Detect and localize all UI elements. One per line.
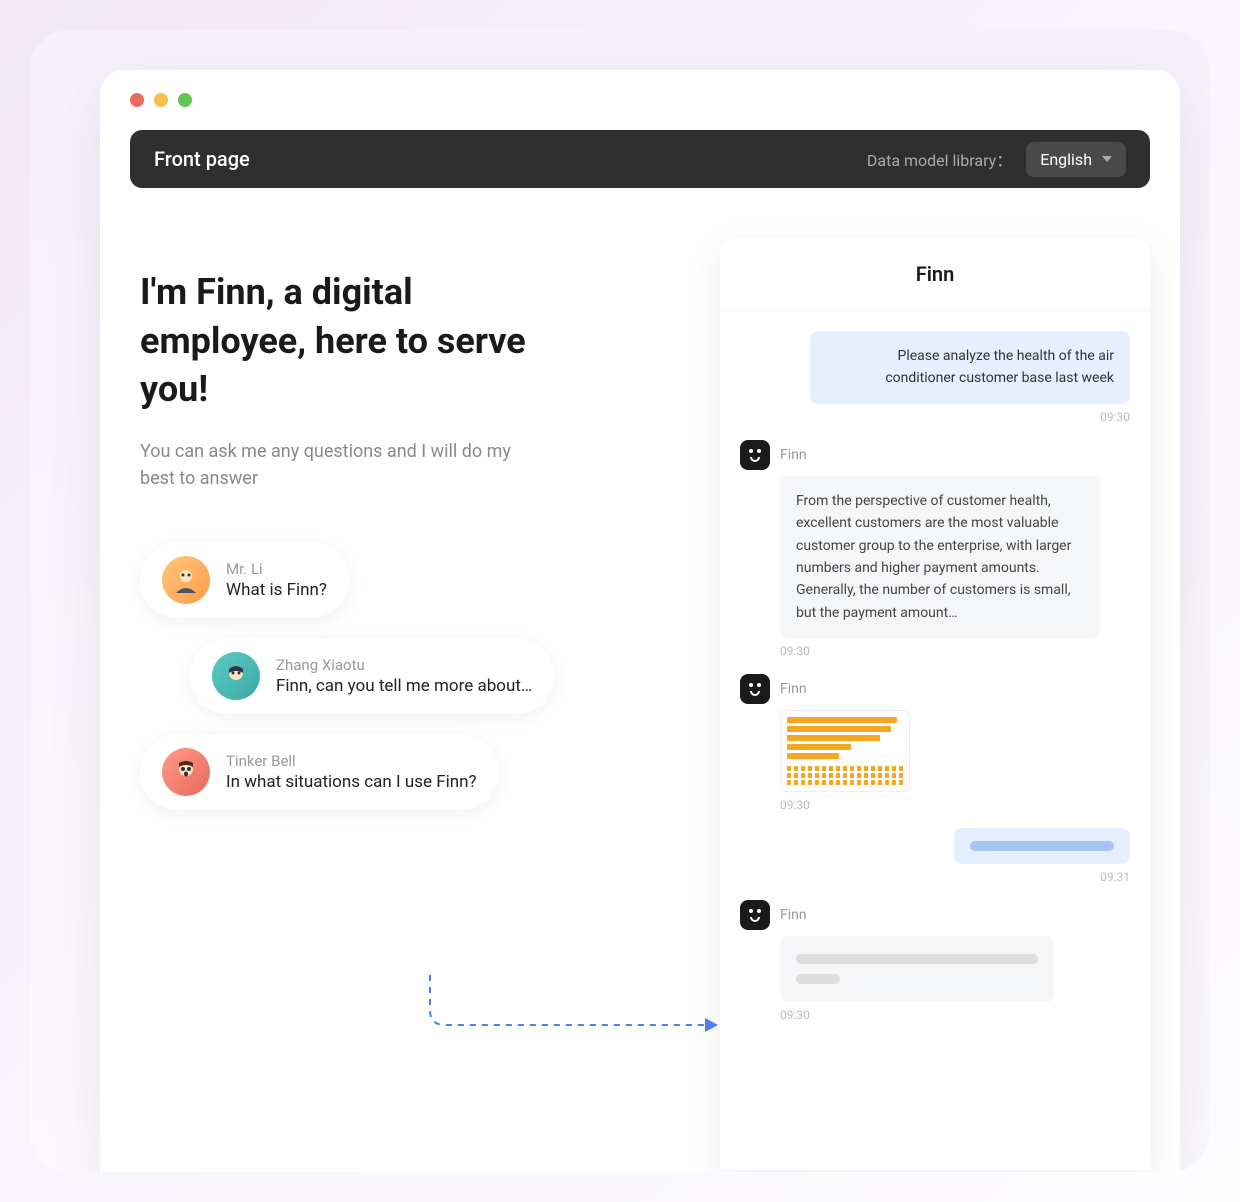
avatar — [212, 652, 260, 700]
window-controls — [100, 70, 1180, 130]
left-panel: I'm Finn, a digital employee, here to se… — [130, 238, 700, 1170]
content-area: I'm Finn, a digital employee, here to se… — [100, 188, 1180, 1170]
prompt-text: Mr. Li What is Finn? — [226, 560, 327, 600]
chat-message-bot: Finn From the perspective of customer he… — [740, 440, 1130, 658]
intro-title: I'm Finn, a digital employee, here to se… — [140, 268, 560, 414]
message-bubble: Please analyze the health of the air con… — [810, 331, 1130, 404]
message-bubble: From the perspective of customer health,… — [780, 476, 1100, 638]
prompt-name: Mr. Li — [226, 560, 327, 578]
avatar — [162, 748, 210, 796]
bot-avatar-icon — [740, 440, 770, 470]
message-time: 09:30 — [780, 798, 810, 812]
maximize-window-button[interactable] — [178, 93, 192, 107]
message-time: 09:30 — [1100, 410, 1130, 424]
chart-thumbnail[interactable] — [780, 710, 910, 792]
language-selected-value: English — [1040, 150, 1092, 169]
header-bar: Front page Data model library： English — [130, 130, 1150, 188]
arrow-icon — [420, 970, 720, 1050]
prompt-text: Zhang Xiaotu Finn, can you tell me more … — [276, 656, 532, 696]
minimize-window-button[interactable] — [154, 93, 168, 107]
bot-name: Finn — [780, 447, 807, 463]
chat-panel: Finn Please analyze the health of the ai… — [720, 238, 1150, 1170]
prompt-text: Tinker Bell In what situations can I use… — [226, 752, 477, 792]
message-bubble-loading — [780, 936, 1054, 1002]
bot-avatar-icon — [740, 674, 770, 704]
chat-message-bot-chart: Finn — [740, 674, 1130, 812]
chat-message-user: Please analyze the health of the air con… — [740, 331, 1130, 424]
chat-message-user-pending: 09:31 — [740, 828, 1130, 884]
close-window-button[interactable] — [130, 93, 144, 107]
prompt-name: Zhang Xiaotu — [276, 656, 532, 674]
app-window: Front page Data model library： English I… — [100, 70, 1180, 1172]
message-time: 09:30 — [780, 1008, 810, 1022]
message-time: 09:31 — [1100, 870, 1130, 884]
bot-name: Finn — [780, 907, 807, 923]
header-right: Data model library： English — [867, 142, 1126, 177]
prompt-card[interactable]: Mr. Li What is Finn? — [140, 542, 349, 618]
prompt-name: Tinker Bell — [226, 752, 477, 770]
avatar — [162, 556, 210, 604]
message-header: Finn — [740, 674, 807, 704]
chat-title: Finn — [720, 238, 1150, 311]
model-library-label: Data model library： — [867, 147, 1012, 171]
message-header: Finn — [740, 440, 807, 470]
prompt-question: In what situations can I use Finn? — [226, 772, 477, 792]
message-bubble-skeleton — [954, 828, 1130, 864]
page-title: Front page — [154, 147, 250, 171]
bot-avatar-icon — [740, 900, 770, 930]
chat-body[interactable]: Please analyze the health of the air con… — [720, 311, 1150, 1170]
prompt-card[interactable]: Tinker Bell In what situations can I use… — [140, 734, 499, 810]
language-select[interactable]: English — [1026, 142, 1126, 177]
outer-container: Front page Data model library： English I… — [30, 30, 1210, 1172]
prompt-question: What is Finn? — [226, 580, 327, 600]
bot-name: Finn — [780, 681, 807, 697]
message-time: 09:30 — [780, 644, 810, 658]
prompt-cards: Mr. Li What is Finn? Zhang Xiaotu Finn, … — [140, 542, 700, 810]
prompt-card[interactable]: Zhang Xiaotu Finn, can you tell me more … — [190, 638, 554, 714]
intro-subtitle: You can ask me any questions and I will … — [140, 438, 540, 492]
chat-message-bot-loading: Finn 09:30 — [740, 900, 1130, 1022]
message-header: Finn — [740, 900, 807, 930]
chevron-down-icon — [1102, 156, 1112, 162]
prompt-question: Finn, can you tell me more about… — [276, 676, 532, 696]
